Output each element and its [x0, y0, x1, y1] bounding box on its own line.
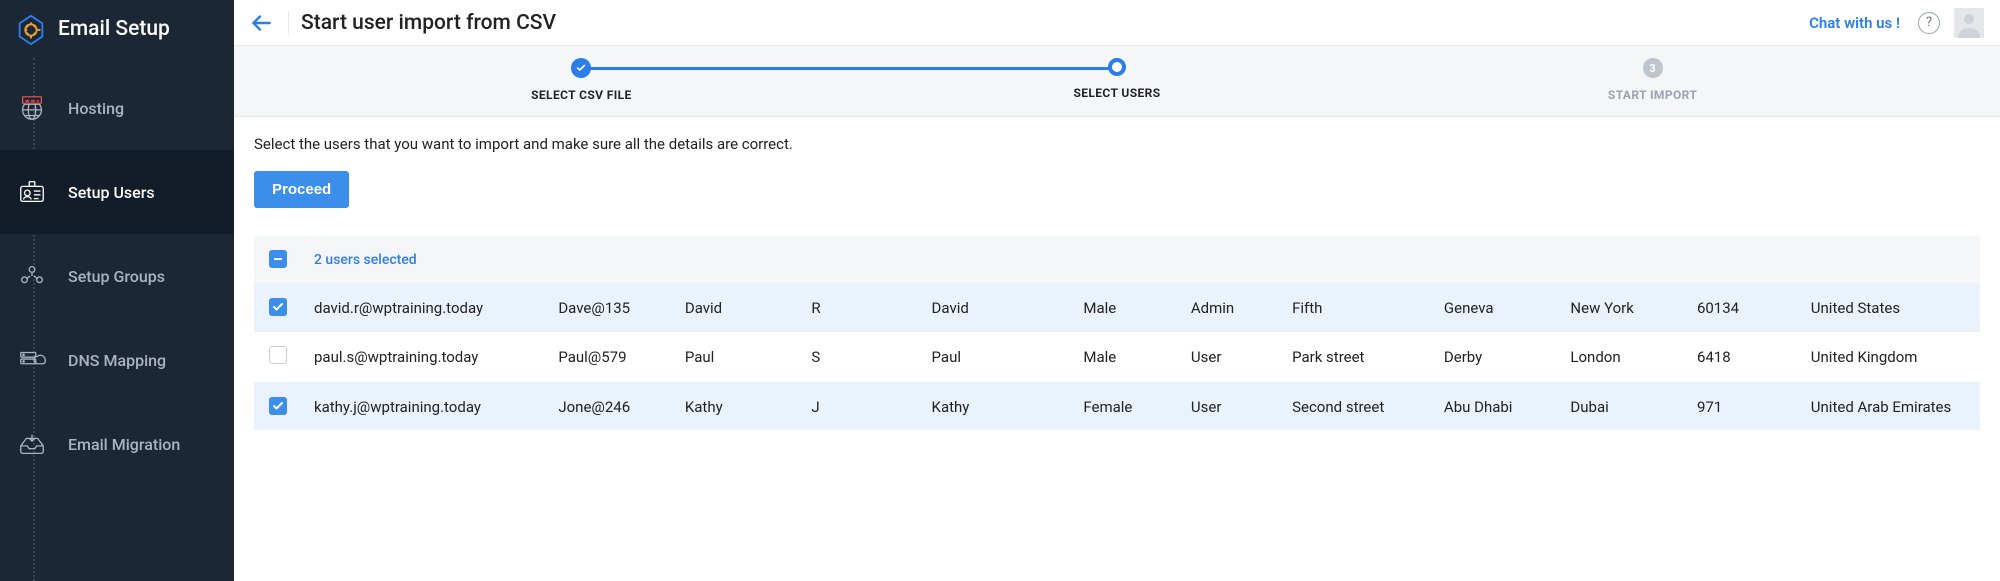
- cell-password: Dave@135: [546, 284, 673, 332]
- check-icon: [571, 58, 591, 78]
- sidebar-item-dns-mapping[interactable]: DNS Mapping: [0, 318, 234, 402]
- cell-zip: 60134: [1685, 284, 1799, 332]
- cell-zip: 971: [1685, 383, 1799, 431]
- topbar: Start user import from CSV Chat with us …: [234, 0, 2000, 46]
- cell-password: Paul@579: [546, 332, 673, 383]
- table-row[interactable]: paul.s@wptraining.todayPaul@579PaulSPaul…: [254, 332, 1980, 383]
- back-button[interactable]: [242, 4, 280, 42]
- sidebar-item-label: Setup Users: [68, 183, 155, 202]
- step-label: SELECT USERS: [1073, 86, 1160, 100]
- cell-first-name: Kathy: [673, 383, 800, 431]
- user-table: 2 users selected david.r@wptraining.toda…: [254, 236, 1980, 430]
- row-checkbox-cell[interactable]: [254, 332, 302, 383]
- sidebar-item-label: DNS Mapping: [68, 351, 166, 370]
- step-label: SELECT CSV FILE: [531, 88, 632, 102]
- cell-email: david.r@wptraining.today: [302, 284, 546, 332]
- cell-gender: Female: [1071, 383, 1179, 431]
- cell-gender: Male: [1071, 332, 1179, 383]
- group-icon: [14, 258, 50, 294]
- cell-country: United States: [1799, 284, 1980, 332]
- cell-password: Jone@246: [546, 383, 673, 431]
- checkbox-checked-icon[interactable]: [269, 298, 287, 316]
- cell-last-initial: S: [799, 332, 919, 383]
- cell-street: Park street: [1280, 332, 1432, 383]
- cell-zip: 6418: [1685, 332, 1799, 383]
- server-cloud-icon: [14, 342, 50, 378]
- sidebar-item-label: Hosting: [68, 99, 124, 118]
- sidebar: Email Setup Hosting: [0, 0, 234, 581]
- step-start-import: 3 START IMPORT: [1385, 58, 1920, 102]
- instruction-text: Select the users that you want to import…: [254, 135, 1980, 153]
- row-checkbox-cell[interactable]: [254, 383, 302, 431]
- cell-city: Abu Dhabi: [1432, 383, 1559, 431]
- stepper: SELECT CSV FILE SELECT USERS 3 START IMP…: [234, 46, 2000, 117]
- main: Start user import from CSV Chat with us …: [234, 0, 2000, 581]
- step-number: 3: [1643, 58, 1663, 78]
- brand-title: Email Setup: [58, 17, 170, 41]
- step-select-csv[interactable]: SELECT CSV FILE: [314, 58, 849, 102]
- cell-role: Admin: [1179, 284, 1280, 332]
- step-line-1: [581, 67, 1117, 70]
- topbar-separator: [288, 11, 289, 35]
- content: Select the users that you want to import…: [234, 117, 2000, 430]
- page-title: Start user import from CSV: [301, 11, 556, 35]
- sidebar-item-email-migration[interactable]: Email Migration: [0, 402, 234, 486]
- cell-email: paul.s@wptraining.today: [302, 332, 546, 383]
- cell-last-initial: J: [799, 383, 919, 431]
- step-label: START IMPORT: [1608, 88, 1697, 102]
- brand: Email Setup: [0, 0, 234, 58]
- sidebar-item-setup-groups[interactable]: Setup Groups: [0, 234, 234, 318]
- cell-email: kathy.j@wptraining.today: [302, 383, 546, 431]
- cell-display-name: Paul: [920, 332, 1072, 383]
- cell-display-name: David: [920, 284, 1072, 332]
- checkbox-indeterminate-icon[interactable]: [269, 250, 287, 268]
- sidebar-item-label: Email Migration: [68, 435, 180, 454]
- cell-display-name: Kathy: [920, 383, 1072, 431]
- chat-with-us-link[interactable]: Chat with us !: [1809, 14, 1900, 32]
- cell-state: New York: [1558, 284, 1685, 332]
- step-line-2: [1117, 67, 1653, 70]
- cell-role: User: [1179, 332, 1280, 383]
- user-card-icon: [14, 174, 50, 210]
- sidebar-nav: Hosting Setup Users: [0, 58, 234, 486]
- table-row[interactable]: kathy.j@wptraining.todayJone@246KathyJKa…: [254, 383, 1980, 431]
- inbox-arrow-icon: [14, 426, 50, 462]
- cell-role: User: [1179, 383, 1280, 431]
- active-dot-icon: [1108, 58, 1126, 76]
- cell-city: Geneva: [1432, 284, 1559, 332]
- cell-street: Second street: [1280, 383, 1432, 431]
- avatar[interactable]: [1954, 8, 1984, 38]
- selected-summary: 2 users selected: [302, 236, 1980, 284]
- checkbox-unchecked-icon[interactable]: [269, 346, 287, 364]
- brand-gear-icon: [14, 12, 48, 46]
- cell-city: Derby: [1432, 332, 1559, 383]
- cell-state: Dubai: [1558, 383, 1685, 431]
- globe-www-icon: [14, 90, 50, 126]
- sidebar-item-setup-users[interactable]: Setup Users: [0, 150, 234, 234]
- header-checkbox-cell[interactable]: [254, 236, 302, 284]
- cell-gender: Male: [1071, 284, 1179, 332]
- proceed-button[interactable]: Proceed: [254, 171, 349, 208]
- help-button[interactable]: ?: [1918, 12, 1940, 34]
- cell-street: Fifth: [1280, 284, 1432, 332]
- step-select-users[interactable]: SELECT USERS: [850, 58, 1385, 100]
- sidebar-item-label: Setup Groups: [68, 267, 165, 286]
- sidebar-item-hosting[interactable]: Hosting: [0, 66, 234, 150]
- cell-last-initial: R: [799, 284, 919, 332]
- checkbox-checked-icon[interactable]: [269, 397, 287, 415]
- cell-state: London: [1558, 332, 1685, 383]
- row-checkbox-cell[interactable]: [254, 284, 302, 332]
- cell-country: United Arab Emirates: [1799, 383, 1980, 431]
- cell-first-name: David: [673, 284, 800, 332]
- cell-first-name: Paul: [673, 332, 800, 383]
- table-row[interactable]: david.r@wptraining.todayDave@135DavidRDa…: [254, 284, 1980, 332]
- cell-country: United Kingdom: [1799, 332, 1980, 383]
